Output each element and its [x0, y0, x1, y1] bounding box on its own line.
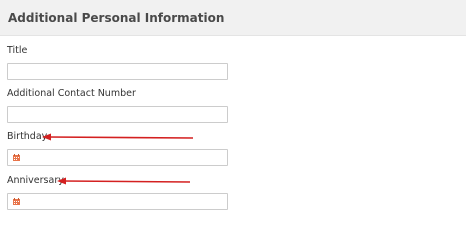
- title-input[interactable]: [7, 63, 228, 80]
- calendar-icon[interactable]: [13, 154, 20, 161]
- anniversary-label: Anniversary: [7, 175, 64, 186]
- calendar-icon[interactable]: [13, 198, 20, 205]
- anniversary-date-input[interactable]: [7, 193, 228, 210]
- title-label: Title: [7, 45, 28, 56]
- annotation-arrow-anniversary: [57, 177, 191, 185]
- additional-contact-number-input[interactable]: [7, 106, 228, 123]
- birthday-date-input[interactable]: [7, 149, 228, 166]
- section-title: Additional Personal Information: [8, 11, 225, 25]
- section-header: Additional Personal Information: [0, 0, 466, 36]
- additional-contact-number-label: Additional Contact Number: [7, 88, 136, 99]
- annotation-arrow-birthday: [42, 133, 194, 141]
